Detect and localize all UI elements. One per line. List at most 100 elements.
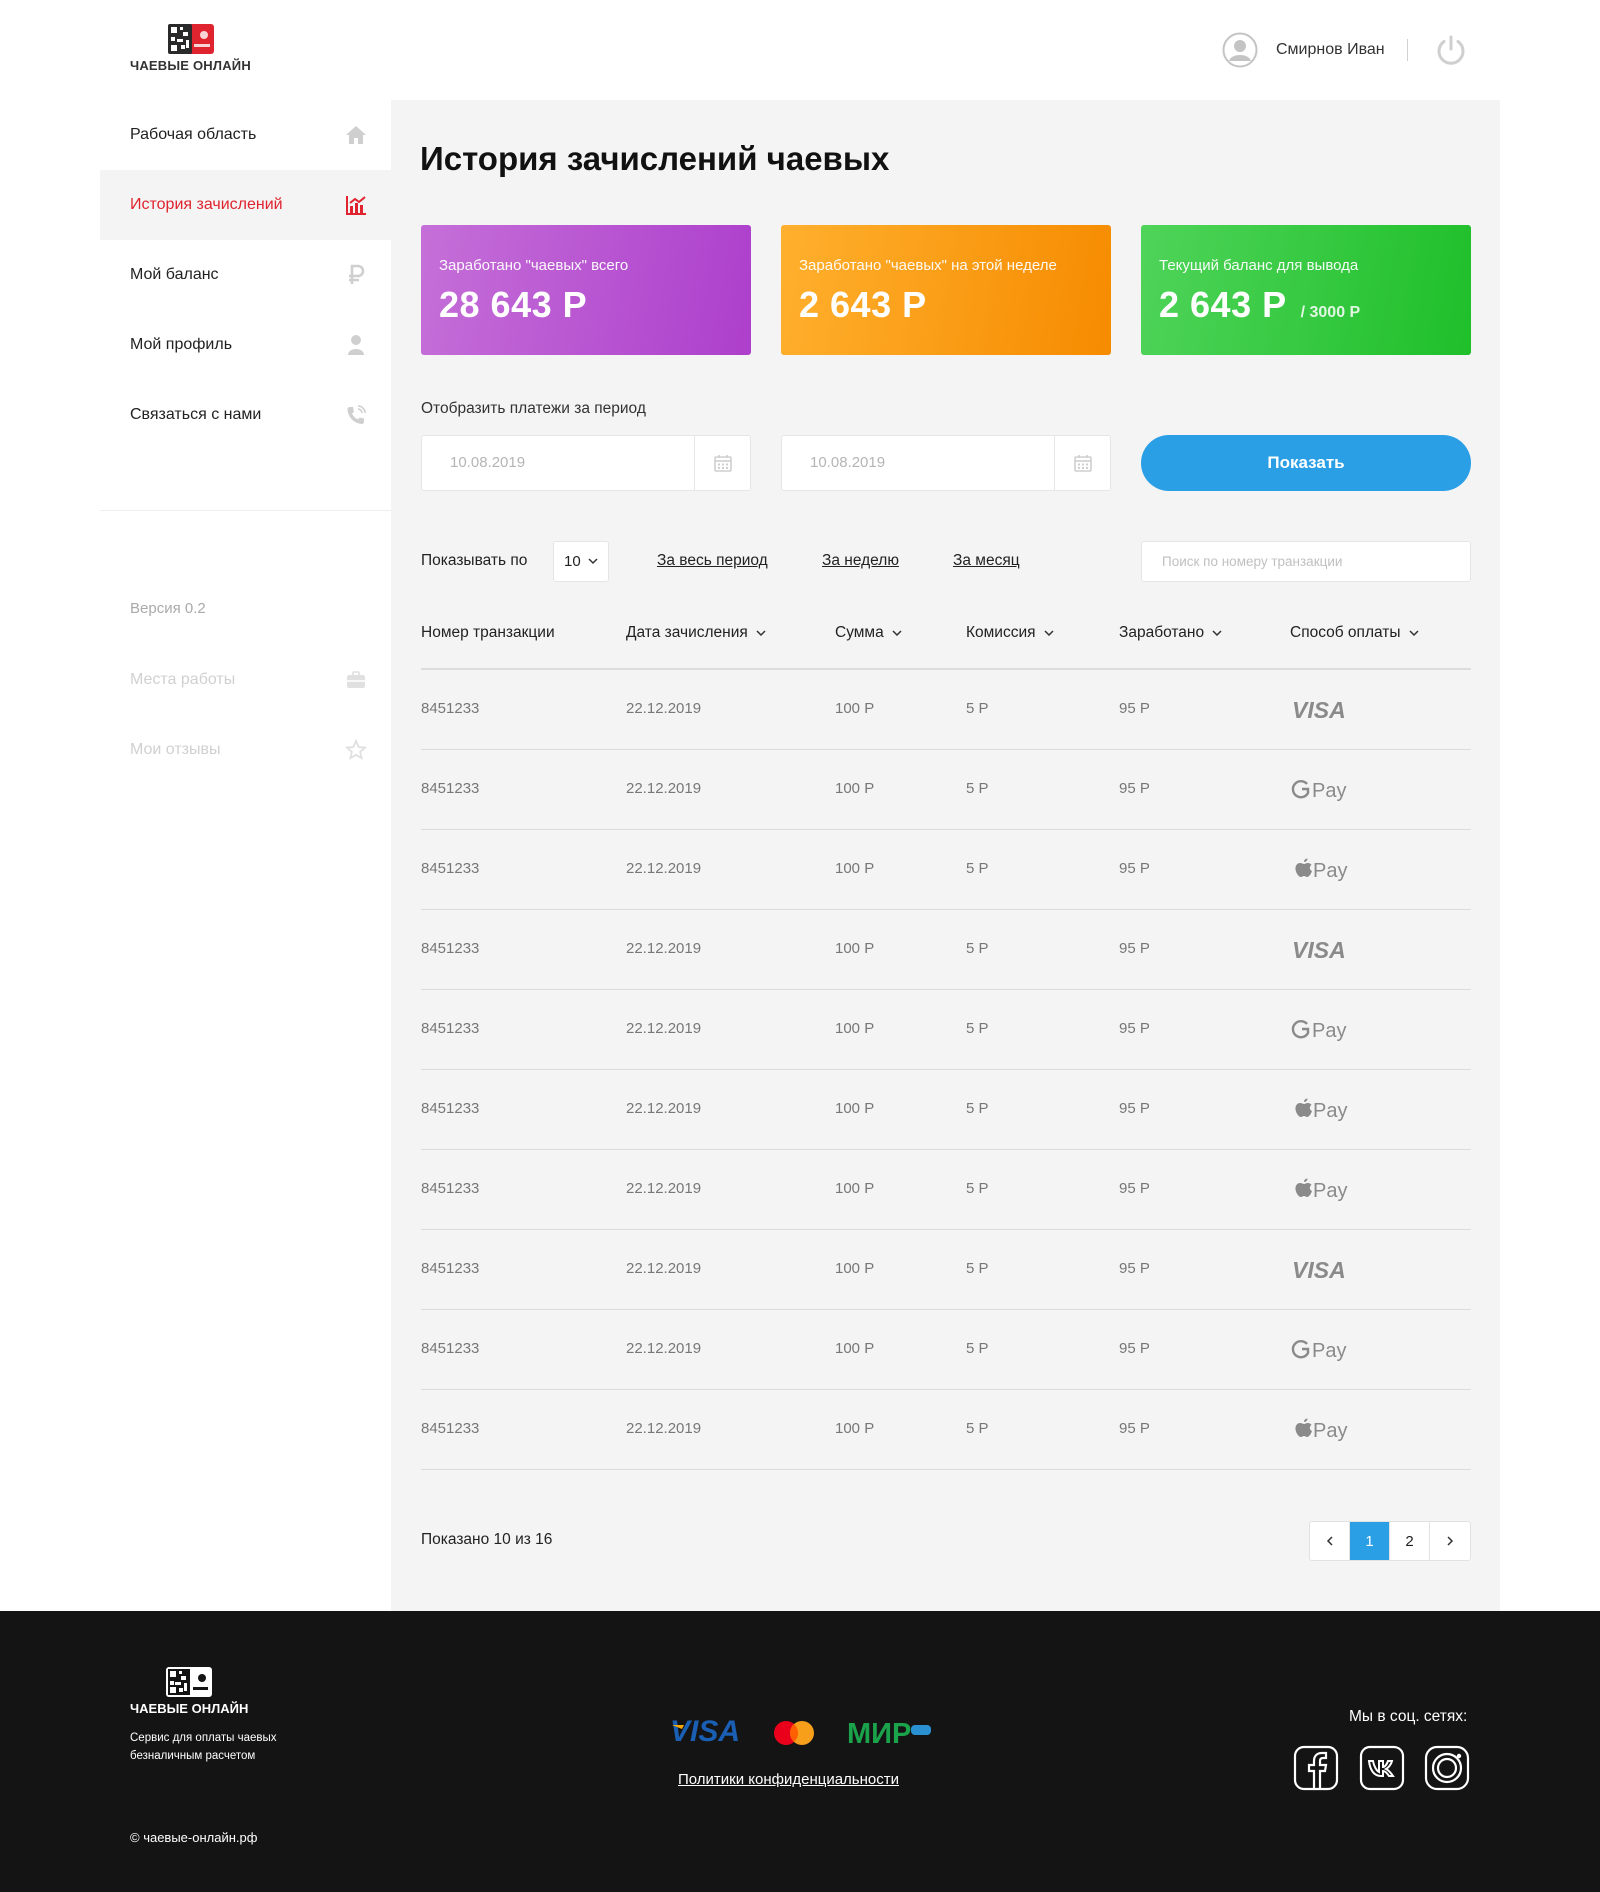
stat-card-value: 28 643 Р bbox=[439, 284, 588, 325]
column-header-earned[interactable]: Заработано bbox=[1119, 624, 1222, 642]
stat-card-total: Заработано "чаевых" всего 28 643 Р bbox=[421, 225, 751, 355]
table-row[interactable]: 8451233 22.12.2019 100 Р 5 Р 95 Р VISA bbox=[421, 910, 1471, 990]
cell-earned: 95 Р bbox=[1119, 1180, 1150, 1197]
pagination-next[interactable] bbox=[1430, 1522, 1470, 1560]
avatar[interactable] bbox=[1222, 32, 1258, 68]
cell-sum: 100 Р bbox=[835, 940, 875, 957]
user-name[interactable]: Смирнов Иван bbox=[1276, 41, 1385, 59]
table-row[interactable]: 8451233 22.12.2019 100 Р 5 Р 95 Р Pay bbox=[421, 1070, 1471, 1150]
date-from-field[interactable]: 10.08.2019 bbox=[421, 435, 751, 491]
calendar-icon bbox=[1074, 455, 1092, 472]
svg-text:Pay: Pay bbox=[1313, 1420, 1347, 1442]
column-header-fee[interactable]: Комиссия bbox=[966, 624, 1054, 642]
table-row[interactable]: 8451233 22.12.2019 100 Р 5 Р 95 Р Pay bbox=[421, 1150, 1471, 1230]
sidebar-item-label: Мои отзывы bbox=[130, 741, 221, 758]
filter-month[interactable]: За месяц bbox=[953, 552, 1020, 570]
sidebar-item-contact[interactable]: Связаться с нами bbox=[100, 380, 391, 450]
pagination-prev[interactable] bbox=[1310, 1522, 1350, 1560]
cell-fee: 5 Р bbox=[966, 1340, 989, 1357]
stat-card-limit: / 3000 Р bbox=[1300, 304, 1361, 321]
sidebar-item-workplaces: Места работы bbox=[100, 660, 391, 700]
privacy-policy-link[interactable]: Политики конфиденциальности bbox=[678, 1771, 899, 1788]
chevron-down-icon bbox=[1043, 629, 1054, 636]
sidebar-item-balance[interactable]: Мой баланс bbox=[100, 240, 391, 310]
table-row[interactable]: 8451233 22.12.2019 100 Р 5 Р 95 Р Pay bbox=[421, 1310, 1471, 1390]
column-header-date[interactable]: Дата зачисления bbox=[626, 624, 766, 642]
pagination-page-2[interactable]: 2 bbox=[1390, 1522, 1430, 1560]
sidebar-item-reviews: Мои отзывы bbox=[100, 730, 391, 770]
column-header-id[interactable]: Номер транзакции bbox=[421, 624, 555, 642]
facebook-icon[interactable] bbox=[1293, 1745, 1339, 1791]
cell-earned: 95 Р bbox=[1119, 1020, 1150, 1037]
date-to-value: 10.08.2019 bbox=[810, 454, 886, 471]
svg-text:VISA: VISA bbox=[1292, 697, 1346, 723]
sidebar-item-label: Мой профиль bbox=[130, 336, 233, 353]
sidebar-item-history[interactable]: История зачислений bbox=[100, 170, 391, 240]
cell-sum: 100 Р bbox=[835, 700, 875, 717]
stat-card-value: 2 643 Р bbox=[1159, 284, 1287, 325]
date-to-field[interactable]: 10.08.2019 bbox=[781, 435, 1111, 491]
stat-card-value-wrap: 2 643 Р / 3000 Р bbox=[1159, 284, 1453, 326]
cell-fee: 5 Р bbox=[966, 1260, 989, 1277]
stat-card-label: Заработано "чаевых" всего bbox=[439, 257, 629, 274]
column-header-sum[interactable]: Сумма bbox=[835, 624, 902, 642]
per-page-label: Показывать по bbox=[421, 552, 528, 569]
table-row[interactable]: 8451233 22.12.2019 100 Р 5 Р 95 Р Pay bbox=[421, 990, 1471, 1070]
cell-transaction-id: 8451233 bbox=[421, 940, 480, 957]
cell-fee: 5 Р bbox=[966, 1420, 989, 1437]
cell-sum: 100 Р bbox=[835, 1420, 875, 1437]
sidebar-item-workspace[interactable]: Рабочая область bbox=[100, 100, 391, 170]
table-row[interactable]: 8451233 22.12.2019 100 Р 5 Р 95 Р Pay bbox=[421, 830, 1471, 910]
cell-fee: 5 Р bbox=[966, 780, 989, 797]
instagram-icon[interactable] bbox=[1424, 1745, 1470, 1791]
column-header-method[interactable]: Способ оплаты bbox=[1290, 624, 1419, 642]
cell-date: 22.12.2019 bbox=[626, 1260, 702, 1277]
per-page-select[interactable]: 10 bbox=[553, 541, 609, 582]
cell-earned: 95 Р bbox=[1119, 1260, 1150, 1277]
cell-date: 22.12.2019 bbox=[626, 780, 702, 797]
star-icon bbox=[345, 739, 367, 761]
mastercard-icon bbox=[774, 1721, 814, 1745]
cell-transaction-id: 8451233 bbox=[421, 1180, 480, 1197]
table-row[interactable]: 8451233 22.12.2019 100 Р 5 Р 95 Р VISA bbox=[421, 1230, 1471, 1310]
cell-earned: 95 Р bbox=[1119, 1100, 1150, 1117]
chevron-down-icon bbox=[1212, 629, 1222, 636]
user-icon bbox=[348, 335, 364, 355]
table-row[interactable]: 8451233 22.12.2019 100 Р 5 Р 95 Р Pay bbox=[421, 1390, 1471, 1470]
home-icon bbox=[346, 126, 366, 144]
filter-all-period[interactable]: За весь период bbox=[657, 552, 768, 570]
cell-earned: 95 Р bbox=[1119, 780, 1150, 797]
search-input[interactable] bbox=[1141, 541, 1471, 582]
cell-fee: 5 Р bbox=[966, 860, 989, 877]
logo[interactable]: ЧАЕВЫЕ ОНЛАЙН bbox=[130, 24, 254, 76]
briefcase-icon bbox=[347, 671, 365, 688]
svg-text:VISA: VISA bbox=[670, 1715, 740, 1748]
page: ЧАЕВЫЕ ОНЛАЙН Смирнов Иван Рабочая облас… bbox=[0, 0, 1600, 1892]
sidebar-item-profile[interactable]: Мой профиль bbox=[100, 310, 391, 380]
table-row[interactable]: 8451233 22.12.2019 100 Р 5 Р 95 Р Pay bbox=[421, 750, 1471, 830]
period-label: Отобразить платежи за период bbox=[421, 400, 646, 417]
date-to-calendar-button[interactable] bbox=[1054, 436, 1110, 490]
sidebar-item-label: Места работы bbox=[130, 671, 236, 688]
filter-week[interactable]: За неделю bbox=[822, 552, 899, 570]
pagination-page-1[interactable]: 1 bbox=[1350, 1522, 1390, 1560]
column-header-label: Заработано bbox=[1119, 624, 1205, 641]
cell-transaction-id: 8451233 bbox=[421, 1420, 480, 1437]
date-from-calendar-button[interactable] bbox=[694, 436, 750, 490]
phone-icon bbox=[347, 405, 366, 424]
power-icon[interactable] bbox=[1434, 33, 1468, 67]
stat-card-balance: Текущий баланс для вывода 2 643 Р / 3000 … bbox=[1141, 225, 1471, 355]
svg-text:Pay: Pay bbox=[1312, 1340, 1346, 1362]
visa-icon: VISA bbox=[1291, 694, 1347, 724]
chevron-down-icon bbox=[892, 629, 902, 636]
vk-icon[interactable] bbox=[1359, 1745, 1405, 1791]
show-button[interactable]: Показать bbox=[1141, 435, 1471, 491]
stat-card-label: Заработано "чаевых" на этой неделе bbox=[799, 257, 1057, 274]
table-row[interactable]: 8451233 22.12.2019 100 Р 5 Р 95 Р VISA bbox=[421, 670, 1471, 750]
shown-count: Показано 10 из 16 bbox=[421, 1531, 553, 1548]
chevron-down-icon bbox=[756, 629, 766, 636]
page-title: История зачислений чаевых bbox=[420, 140, 890, 177]
cell-transaction-id: 8451233 bbox=[421, 1100, 480, 1117]
payment-logos: VISA МИР bbox=[670, 1715, 931, 1750]
svg-text:МИР: МИР bbox=[847, 1718, 911, 1750]
